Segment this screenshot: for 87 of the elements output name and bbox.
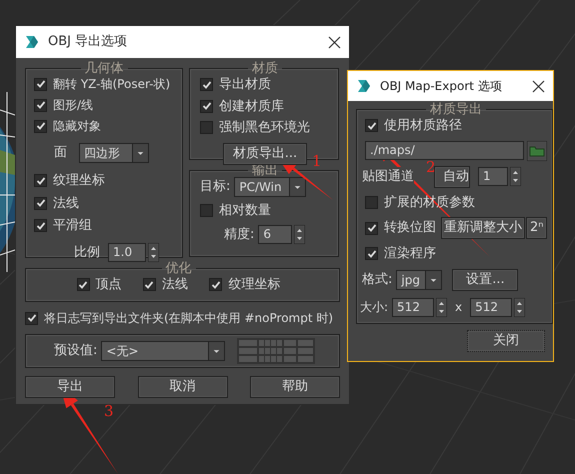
checkbox[interactable]: [34, 174, 47, 188]
spinner-icon[interactable]: [514, 298, 526, 316]
checkbox[interactable]: [142, 278, 156, 292]
scale-label: 比例: [74, 244, 100, 262]
checkbox[interactable]: [34, 219, 47, 232]
dialog-button[interactable]: 重新调整大小: [441, 217, 525, 239]
checkbox-label: 法线: [162, 276, 188, 294]
checkbox-label: 创建材质库: [219, 98, 284, 116]
folder-icon[interactable]: [527, 140, 548, 160]
checkbox-label: 扩展的材质参数: [384, 194, 475, 212]
caret-icon: [425, 270, 442, 288]
channel-label: 贴图通道: [362, 166, 414, 186]
checkbox[interactable]: [365, 247, 378, 260]
app-logo-icon: [356, 78, 372, 94]
number-field[interactable]: 1: [478, 167, 508, 186]
checkbox[interactable]: [365, 119, 378, 132]
number-field[interactable]: 512: [470, 298, 512, 316]
spinner-icon[interactable]: [148, 242, 159, 262]
dropdown[interactable]: 四边形: [79, 143, 149, 163]
size-label: 大小:: [360, 299, 388, 316]
checkbox-label: 相对数量: [219, 202, 271, 220]
checkbox-label: 转换位图: [384, 219, 436, 238]
dialog-button[interactable]: 帮助: [250, 376, 340, 398]
checkbox[interactable]: [209, 278, 222, 292]
checkbox[interactable]: [365, 222, 378, 234]
dropdown[interactable]: jpg: [396, 270, 442, 290]
dialog-button[interactable]: 导出: [25, 376, 115, 398]
checkbox-label: 将日志写到导出文件夹(在脚本中使用 #noPrompt 时): [44, 310, 334, 327]
number-field[interactable]: 512: [392, 298, 434, 316]
group-title: 优化: [164, 262, 192, 275]
dialog-button[interactable]: 关闭: [467, 330, 545, 352]
spinner-icon[interactable]: [294, 224, 306, 244]
spinner-icon[interactable]: [510, 167, 521, 186]
checkbox-label: 使用材质路径: [384, 117, 462, 135]
checkbox-label: 平滑组: [53, 217, 92, 235]
target-label: 目标:: [200, 178, 230, 196]
checkbox[interactable]: [34, 98, 47, 112]
checkbox[interactable]: [200, 121, 213, 134]
format-label: 格式:: [362, 270, 392, 289]
dialog-button[interactable]: 取消: [138, 376, 228, 398]
times-sign: x: [454, 299, 464, 316]
annotation-number: 1: [312, 151, 322, 172]
group-title: 材质: [251, 62, 279, 75]
face-label: 面: [54, 144, 67, 162]
checkbox-label: 顶点: [96, 276, 122, 294]
preset-label: 预设值:: [54, 342, 98, 360]
checkbox[interactable]: [200, 100, 213, 113]
dialog-button[interactable]: 设置...: [452, 268, 518, 290]
checkbox[interactable]: [200, 204, 213, 218]
checkbox-label: 渲染程序: [384, 245, 436, 263]
dialog-button[interactable]: 自动: [434, 166, 470, 188]
checkbox-label: 纹理坐标: [53, 172, 105, 190]
checkbox-label: 翻转 YZ-轴(Poser-状): [53, 76, 170, 93]
checkbox-label: 法线: [53, 194, 79, 212]
annotation-number: 2: [426, 160, 436, 175]
dialog-button[interactable]: 2ⁿ: [526, 217, 548, 239]
window-title: OBJ Map-Export 选项: [380, 78, 503, 95]
checkbox[interactable]: [34, 78, 47, 90]
checkbox-label: 纹理坐标: [228, 276, 280, 294]
checkbox-label: 隐藏对象: [53, 118, 101, 135]
checkbox[interactable]: [34, 120, 47, 132]
dialog-button[interactable]: 材质导出...: [223, 142, 307, 164]
checkbox[interactable]: [34, 196, 47, 210]
window-title: OBJ 导出选项: [48, 33, 128, 52]
checkbox-label: 图形/线: [53, 97, 94, 114]
group-title: 几何体: [84, 62, 124, 75]
annotation-number: 3: [104, 401, 114, 422]
checkbox-label: 强制黑色环境光: [219, 119, 310, 137]
number-field[interactable]: 6: [258, 224, 292, 244]
checkbox-label: 导出材质: [219, 76, 271, 94]
close-icon[interactable]: [328, 36, 341, 48]
caret-icon: [208, 342, 224, 360]
checkbox[interactable]: [76, 278, 90, 292]
number-field[interactable]: 1.0: [108, 242, 146, 262]
group-title: 材质导出: [429, 103, 484, 116]
checkbox[interactable]: [25, 312, 38, 324]
caret-icon: [289, 178, 306, 196]
caret-icon: [132, 144, 148, 162]
checkbox[interactable]: [200, 78, 213, 92]
path-field[interactable]: ./maps/: [365, 141, 524, 160]
precision-label: 精度:: [224, 226, 254, 244]
app-logo-icon: [24, 34, 40, 50]
spinner-icon[interactable]: [436, 298, 448, 316]
dropdown[interactable]: PC/Win: [234, 177, 306, 197]
checkbox[interactable]: [365, 196, 378, 209]
close-icon[interactable]: [532, 80, 545, 92]
dropdown[interactable]: <无>: [101, 341, 226, 361]
